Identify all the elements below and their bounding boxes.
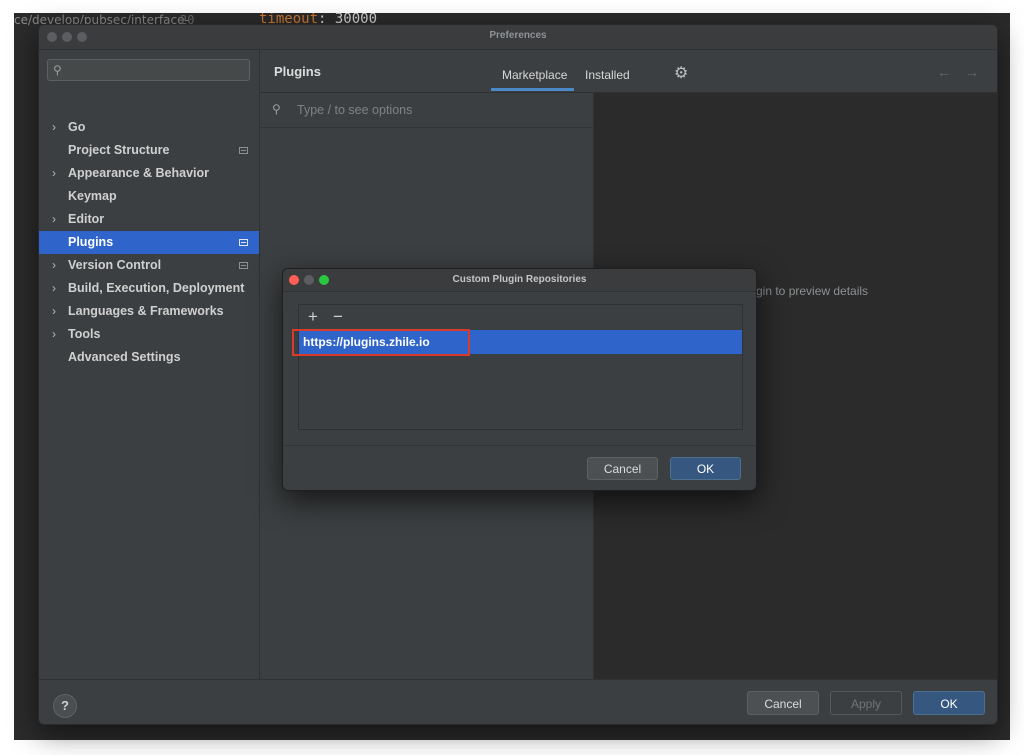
sidebar-item-go[interactable]: › Go bbox=[39, 116, 259, 139]
project-level-icon bbox=[239, 147, 248, 154]
plugin-search-placeholder: Type / to see options bbox=[297, 103, 413, 117]
sidebar-item-appearance-behavior[interactable]: › Appearance & Behavior bbox=[39, 162, 259, 185]
sidebar-item-version-control[interactable]: › Version Control bbox=[39, 254, 259, 277]
dialog-cancel-button[interactable]: Cancel bbox=[587, 457, 658, 480]
remove-repository-button[interactable]: − bbox=[333, 307, 343, 327]
page-title: Plugins bbox=[274, 64, 321, 79]
window-titlebar: Preferences bbox=[39, 25, 997, 50]
sidebar-item-label: Advanced Settings bbox=[68, 350, 181, 364]
dialog-title: Custom Plugin Repositories bbox=[452, 274, 587, 285]
highlight-box bbox=[292, 329, 470, 356]
forward-arrow-icon[interactable]: → bbox=[965, 64, 979, 80]
chevron-right-icon[interactable]: › bbox=[52, 323, 56, 346]
plugin-detail-placeholder: gin to preview details bbox=[756, 284, 869, 298]
plugins-header: Plugins Marketplace Installed ⚙ ← → bbox=[260, 50, 997, 93]
sidebar-item-label: Appearance & Behavior bbox=[68, 166, 210, 180]
add-repository-button[interactable]: + bbox=[308, 307, 318, 327]
settings-tree: › Go Project Structure › Appearance & Behavi… bbox=[39, 116, 259, 369]
chevron-right-icon[interactable]: › bbox=[52, 277, 56, 300]
gear-icon[interactable]: ⚙ bbox=[674, 63, 688, 83]
sidebar-item-label: Editor bbox=[68, 212, 105, 226]
project-level-icon bbox=[239, 239, 248, 246]
project-level-icon bbox=[239, 262, 248, 269]
sidebar-item-keymap[interactable]: Keymap bbox=[39, 185, 259, 208]
preferences-footer: ? Cancel Apply OK bbox=[39, 679, 997, 724]
cancel-button[interactable]: Cancel bbox=[747, 691, 819, 715]
sidebar-item-label: Tools bbox=[68, 327, 101, 341]
sidebar-item-advanced-settings[interactable]: Advanced Settings bbox=[39, 346, 259, 369]
settings-search-input[interactable]: ⚲ bbox=[47, 59, 250, 81]
settings-sidebar: ⚲ › Go Project Structure › Appearance & Beha… bbox=[39, 50, 260, 679]
active-tab-indicator bbox=[491, 88, 574, 91]
sidebar-item-build-execution-deployment[interactable]: › Build, Execution, Deployment bbox=[39, 277, 259, 300]
ok-button[interactable]: OK bbox=[913, 691, 985, 715]
repository-list: https://plugins.zhile.io bbox=[292, 329, 742, 428]
search-icon: ⚲ bbox=[53, 63, 62, 77]
sidebar-item-project-structure[interactable]: Project Structure bbox=[39, 139, 259, 162]
sidebar-item-editor[interactable]: › Editor bbox=[39, 208, 259, 231]
sidebar-item-label: Project Structure bbox=[68, 143, 170, 157]
dialog-button-bar: Cancel OK bbox=[283, 445, 756, 490]
sidebar-item-tools[interactable]: › Tools bbox=[39, 323, 259, 346]
repository-list-panel: + − https://plugins.zhile.io bbox=[292, 304, 743, 430]
tab-installed[interactable]: Installed bbox=[585, 68, 630, 82]
repository-toolbar: + − bbox=[299, 305, 742, 330]
custom-plugin-repositories-dialog: Custom Plugin Repositories + − https://p… bbox=[282, 268, 757, 491]
list-item[interactable]: https://plugins.zhile.io bbox=[292, 329, 742, 356]
back-arrow-icon[interactable]: ← bbox=[937, 64, 951, 80]
chevron-right-icon[interactable]: › bbox=[52, 116, 56, 139]
sidebar-item-label: Go bbox=[68, 120, 86, 134]
window-title: Preferences bbox=[489, 30, 547, 41]
dialog-ok-button[interactable]: OK bbox=[670, 457, 741, 480]
sidebar-item-label: Keymap bbox=[68, 189, 117, 203]
sidebar-item-label: Build, Execution, Deployment bbox=[68, 281, 245, 295]
sidebar-item-label: Languages & Frameworks bbox=[68, 304, 224, 318]
tab-marketplace[interactable]: Marketplace bbox=[502, 68, 567, 82]
chevron-right-icon[interactable]: › bbox=[52, 208, 56, 231]
sidebar-item-label: Version Control bbox=[68, 258, 162, 272]
search-icon: ⚲ bbox=[272, 102, 281, 116]
chevron-right-icon[interactable]: › bbox=[52, 162, 56, 185]
sidebar-item-languages-frameworks[interactable]: › Languages & Frameworks bbox=[39, 300, 259, 323]
plugin-search-input[interactable]: ⚲ Type / to see options bbox=[260, 93, 593, 128]
apply-button[interactable]: Apply bbox=[830, 691, 902, 715]
chevron-right-icon[interactable]: › bbox=[52, 254, 56, 277]
dialog-titlebar: Custom Plugin Repositories bbox=[283, 269, 756, 292]
chevron-right-icon[interactable]: › bbox=[52, 300, 56, 323]
sidebar-item-plugins[interactable]: Plugins bbox=[39, 231, 259, 254]
sidebar-item-label: Plugins bbox=[68, 235, 114, 249]
help-button[interactable]: ? bbox=[53, 694, 77, 718]
